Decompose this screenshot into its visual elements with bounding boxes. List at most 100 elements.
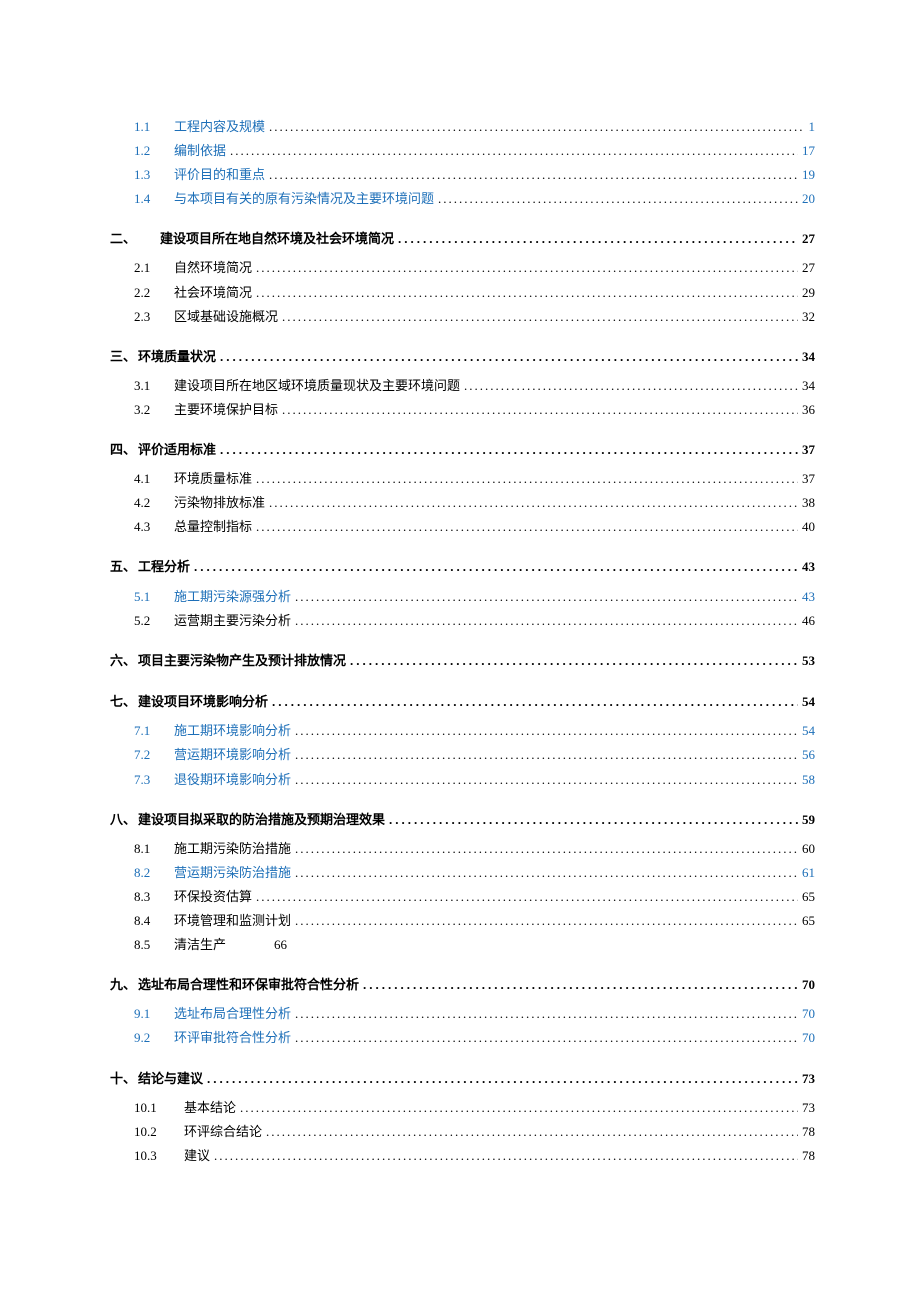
toc-leader-dots: ........................................… — [220, 343, 798, 370]
toc-section-heading[interactable]: 九、选址布局合理性和环保审批符合性分析.....................… — [110, 971, 815, 998]
toc-subsection-list: 7.1施工期环境影响分析............................… — [110, 719, 815, 791]
toc-item[interactable]: 1.2编制依据.................................… — [110, 139, 815, 163]
toc-leader-dots: ........................................… — [295, 1026, 798, 1050]
toc-leader-dots: ........................................… — [194, 553, 798, 580]
toc-item[interactable]: 4.1环境质量标准...............................… — [110, 467, 815, 491]
toc-leader-dots: ........................................… — [269, 163, 798, 187]
toc-leader-dots: ........................................… — [295, 585, 798, 609]
toc-item-page: 37 — [802, 467, 815, 491]
toc-item-num: 4.3 — [134, 515, 174, 539]
toc-item-label: 环保投资估算 — [174, 885, 252, 909]
toc-section-heading[interactable]: 六、项目主要污染物产生及预计排放情况......................… — [110, 647, 815, 674]
toc-section-page: 27 — [802, 225, 815, 252]
toc-section: 八、建设项目拟采取的防治措施及预期治理效果...................… — [110, 806, 815, 958]
toc-leader-dots: ........................................… — [269, 491, 798, 515]
toc-item-page: 70 — [802, 1002, 815, 1026]
toc-section-page: 53 — [802, 647, 815, 674]
toc-item-label: 评价目的和重点 — [174, 163, 265, 187]
toc-leader-dots: ........................................… — [214, 1144, 798, 1168]
toc-item-page: 34 — [802, 374, 815, 398]
toc-item[interactable]: 8.2营运期污染防治措施............................… — [110, 861, 815, 885]
toc-item-label: 清洁生产 — [174, 933, 226, 957]
toc-item-num: 7.1 — [134, 719, 174, 743]
toc-item[interactable]: 1.3评价目的和重点..............................… — [110, 163, 815, 187]
toc-item[interactable]: 9.1选址布局合理性分析............................… — [110, 1002, 815, 1026]
toc-item-page: 40 — [802, 515, 815, 539]
toc-section-page: 43 — [802, 553, 815, 580]
toc-item[interactable]: 2.2社会环境简况...............................… — [110, 281, 815, 305]
toc-section-label: 建设项目环境影响分析 — [138, 688, 268, 715]
toc-section-heading[interactable]: 八、建设项目拟采取的防治措施及预期治理效果...................… — [110, 806, 815, 833]
toc-item[interactable]: 7.3退役期环境影响分析............................… — [110, 768, 815, 792]
toc-item-num: 10.3 — [134, 1144, 184, 1168]
toc-item[interactable]: 8.3环保投资估算...............................… — [110, 885, 815, 909]
toc-section-heading[interactable]: 四、评价适用标准................................… — [110, 436, 815, 463]
toc-section: 四、评价适用标准................................… — [110, 436, 815, 539]
toc-item-label: 退役期环境影响分析 — [174, 768, 291, 792]
toc-item-page: 65 — [802, 909, 815, 933]
toc-item-label: 工程内容及规模 — [174, 115, 265, 139]
toc-section: 十、结论与建议.................................… — [110, 1065, 815, 1168]
toc-section-heading[interactable]: 七、建设项目环境影响分析............................… — [110, 688, 815, 715]
toc-leader-dots: ........................................… — [230, 139, 798, 163]
toc-item[interactable]: 1.1工程内容及规模..............................… — [110, 115, 815, 139]
toc-section: 六、项目主要污染物产生及预计排放情况......................… — [110, 647, 815, 674]
toc-item[interactable]: 4.3总量控制指标...............................… — [110, 515, 815, 539]
toc-item[interactable]: 5.1施工期污染源强分析............................… — [110, 585, 815, 609]
toc-section-heading[interactable]: 十、结论与建议.................................… — [110, 1065, 815, 1092]
toc-item-page: 78 — [802, 1120, 815, 1144]
toc-section-num: 十、 — [110, 1065, 136, 1092]
toc-item[interactable]: 10.3建议..................................… — [110, 1144, 815, 1168]
toc-item-page: 73 — [802, 1096, 815, 1120]
toc-item[interactable]: 7.1施工期环境影响分析............................… — [110, 719, 815, 743]
toc-leader-dots: ........................................… — [269, 115, 804, 139]
toc-item[interactable]: 3.1建设项目所在地区域环境质量现状及主要环境问题...............… — [110, 374, 815, 398]
toc-leader-dots: ........................................… — [220, 436, 798, 463]
toc-subsection-list: 10.1基本结论................................… — [110, 1096, 815, 1168]
toc-item[interactable]: 4.2污染物排放标准..............................… — [110, 491, 815, 515]
toc-section-heading[interactable]: 三、环境质量状况................................… — [110, 343, 815, 370]
toc-item[interactable]: 8.1施工期污染防治措施............................… — [110, 837, 815, 861]
toc-section-heading[interactable]: 二、建设项目所在地自然环境及社会环境简况....................… — [110, 225, 815, 252]
toc-leader-dots: ........................................… — [438, 187, 798, 211]
toc-item[interactable]: 8.5清洁生产66 — [110, 933, 815, 957]
toc-item-label: 总量控制指标 — [174, 515, 252, 539]
toc-item-label: 自然环境简况 — [174, 256, 252, 280]
toc-section-label: 评价适用标准 — [138, 436, 216, 463]
toc-item[interactable]: 10.2环评综合结论..............................… — [110, 1120, 815, 1144]
toc-item[interactable]: 5.2运营期主要污染分析............................… — [110, 609, 815, 633]
toc-leader-dots: ........................................… — [256, 885, 798, 909]
toc-item-page: 20 — [802, 187, 815, 211]
toc-item-label: 主要环境保护目标 — [174, 398, 278, 422]
toc-section-page: 70 — [802, 971, 815, 998]
toc-item-label: 建设项目所在地区域环境质量现状及主要环境问题 — [174, 374, 460, 398]
toc-item-label: 基本结论 — [184, 1096, 236, 1120]
toc-item-label: 区域基础设施概况 — [174, 305, 278, 329]
toc-section-label: 建设项目拟采取的防治措施及预期治理效果 — [138, 806, 385, 833]
toc-section-heading[interactable]: 五、工程分析..................................… — [110, 553, 815, 580]
toc-item[interactable]: 7.2营运期环境影响分析............................… — [110, 743, 815, 767]
toc-item-page: 27 — [802, 256, 815, 280]
toc-item-page: 1 — [809, 115, 816, 139]
toc-leader-dots: ........................................… — [256, 256, 798, 280]
toc-leader-dots: ........................................… — [295, 719, 798, 743]
toc-item[interactable]: 2.3区域基础设施概况.............................… — [110, 305, 815, 329]
toc-leader-dots: ........................................… — [256, 515, 798, 539]
toc-item[interactable]: 10.1基本结论................................… — [110, 1096, 815, 1120]
toc-section: 二、建设项目所在地自然环境及社会环境简况....................… — [110, 225, 815, 328]
toc-item-num: 4.1 — [134, 467, 174, 491]
toc-section-num: 四、 — [110, 436, 136, 463]
toc-section-page: 37 — [802, 436, 815, 463]
toc-item-num: 8.3 — [134, 885, 174, 909]
toc-item[interactable]: 2.1自然环境简况...............................… — [110, 256, 815, 280]
toc-item[interactable]: 1.4与本项目有关的原有污染情况及主要环境问题.................… — [110, 187, 815, 211]
toc-item-page: 61 — [802, 861, 815, 885]
toc-item-page: 65 — [802, 885, 815, 909]
toc-section: 五、工程分析..................................… — [110, 553, 815, 632]
toc-item[interactable]: 3.2主要环境保护目标.............................… — [110, 398, 815, 422]
toc-section-label: 选址布局合理性和环保审批符合性分析 — [138, 971, 359, 998]
toc-item-num: 10.2 — [134, 1120, 184, 1144]
toc-item[interactable]: 8.4环境管理和监测计划............................… — [110, 909, 815, 933]
toc-item-num: 2.2 — [134, 281, 174, 305]
toc-item[interactable]: 9.2环评审批符合性分析............................… — [110, 1026, 815, 1050]
